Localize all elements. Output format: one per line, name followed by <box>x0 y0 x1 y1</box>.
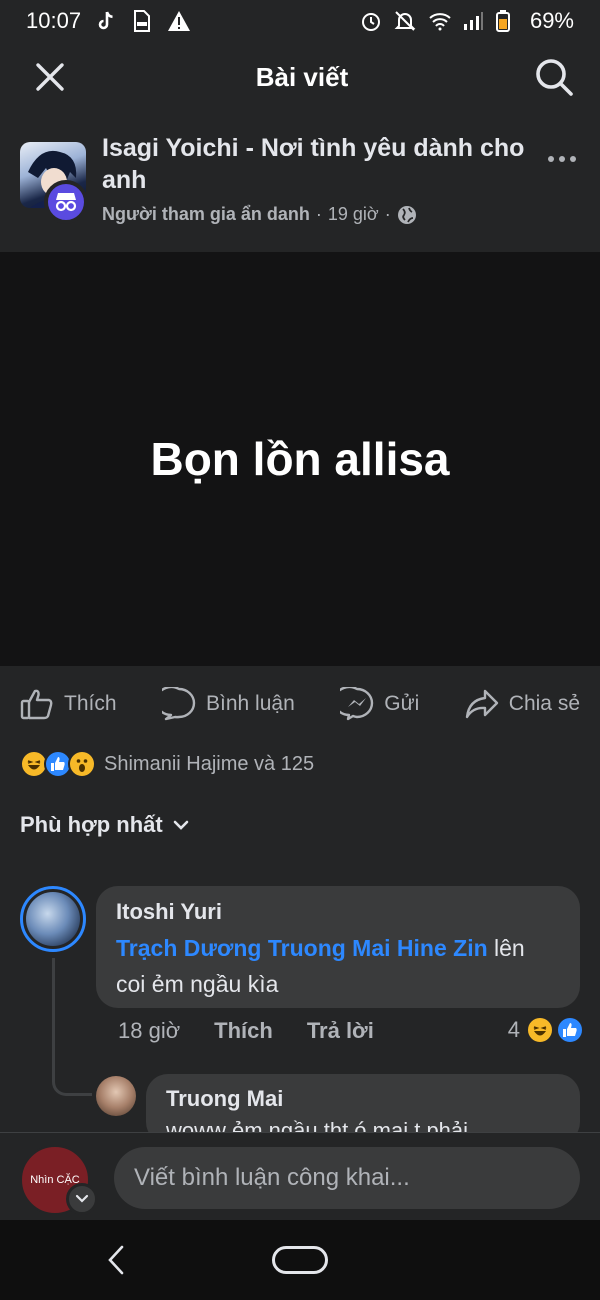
sort-label: Phù hợp nhất <box>20 812 163 837</box>
chevron-down-icon <box>75 1194 89 1203</box>
signal-icon <box>462 10 484 32</box>
comment-label: Bình luận <box>206 692 295 715</box>
comment-input-placeholder: Viết bình luận công khai... <box>134 1164 410 1191</box>
post-text: Bọn lồn allisa <box>150 433 450 485</box>
share-icon <box>465 689 498 719</box>
comment-author[interactable]: Itoshi Yuri <box>116 898 560 926</box>
post-time[interactable]: 19 giờ <box>328 204 379 225</box>
battery-icon <box>495 10 518 32</box>
identity-switch-button[interactable] <box>66 1183 98 1215</box>
status-time: 10:07 <box>26 8 82 33</box>
file-icon <box>131 10 153 32</box>
haha-icon <box>526 1016 554 1044</box>
group-name[interactable]: Isagi Yoichi - Nơi tình yêu dành cho anh <box>102 132 532 196</box>
post-author: Người tham gia ẩn danh <box>102 204 310 224</box>
comment-reactions[interactable]: 4 <box>507 1016 584 1044</box>
anonymous-badge-icon <box>44 180 88 224</box>
more-icon <box>548 156 554 162</box>
comment-sort-dropdown[interactable]: Phù hợp nhất <box>20 812 189 838</box>
wow-icon <box>68 750 96 778</box>
back-icon <box>108 1245 124 1275</box>
comment-button[interactable]: Bình luận <box>162 687 295 721</box>
comment-like-button[interactable]: Thích <box>214 1018 273 1044</box>
comment-meta: 18 giờ Thích Trả lời <box>118 1018 374 1044</box>
like-reaction-icon <box>556 1016 584 1044</box>
reactions-text: Shimanii Hajime và 125 <box>104 752 315 775</box>
status-bar: 10:07 69% <box>0 0 600 42</box>
send-button[interactable]: Gửi <box>340 687 419 721</box>
comment-mention[interactable]: Trạch Dương Truong Mai Hine Zin <box>116 935 488 961</box>
top-bar: Bài viết <box>0 42 600 112</box>
reply-avatar[interactable] <box>96 1076 136 1116</box>
comment-text: Trạch Dương Truong Mai Hine Zin lên coi … <box>116 930 560 1002</box>
thread-line <box>52 958 92 1096</box>
comment-reply-button[interactable]: Trả lời <box>307 1018 374 1044</box>
reply-author[interactable]: Truong Mai <box>166 1084 560 1114</box>
warning-icon <box>167 10 191 32</box>
group-avatar[interactable] <box>20 142 90 224</box>
comment-time: 18 giờ <box>118 1018 181 1043</box>
comment-input[interactable]: Viết bình luận công khai... <box>114 1147 580 1209</box>
battery-percent: 69% <box>529 8 574 33</box>
alarm-icon <box>360 10 382 32</box>
post-header: Isagi Yoichi - Nơi tình yêu dành cho anh… <box>0 132 600 250</box>
page-title: Bài viết <box>255 61 349 92</box>
comment-composer: Nhìn CẶC Viết bình luận công khai... <box>0 1132 600 1220</box>
comment-reaction-count: 4 <box>507 1017 520 1042</box>
share-button[interactable]: Chia sẻ <box>465 688 580 720</box>
search-button[interactable] <box>532 55 576 99</box>
mute-icon <box>394 10 416 32</box>
tiktok-icon <box>95 10 117 32</box>
share-label: Chia sẻ <box>508 692 580 715</box>
send-label: Gửi <box>384 692 420 715</box>
user-avatar-text: Nhìn CẶC <box>30 1174 80 1186</box>
like-label: Thích <box>64 692 117 715</box>
reactions-summary[interactable]: Shimanii Hajime và 125 <box>20 746 314 782</box>
comment-bubble[interactable]: Itoshi Yuri Trạch Dương Truong Mai Hine … <box>96 886 580 1008</box>
close-icon <box>36 63 64 91</box>
like-button[interactable]: Thích <box>20 688 117 720</box>
post-body[interactable]: Bọn lồn allisa <box>0 252 600 666</box>
like-icon <box>20 689 53 720</box>
post-actions: Thích Bình luận Gửi Chia sẻ <box>0 678 600 730</box>
separator: · <box>384 204 391 224</box>
back-button[interactable] <box>104 1244 128 1276</box>
wifi-icon <box>428 10 451 32</box>
separator: · <box>315 204 322 224</box>
chevron-down-icon <box>173 820 189 830</box>
comment-icon <box>162 687 196 721</box>
home-button[interactable] <box>272 1246 328 1274</box>
messenger-icon <box>340 687 374 721</box>
search-icon <box>536 59 573 96</box>
commenter-avatar[interactable] <box>20 886 86 952</box>
system-nav-bar <box>0 1220 600 1300</box>
more-options-button[interactable] <box>542 144 582 174</box>
globe-icon <box>397 205 416 224</box>
close-button[interactable] <box>28 55 72 99</box>
